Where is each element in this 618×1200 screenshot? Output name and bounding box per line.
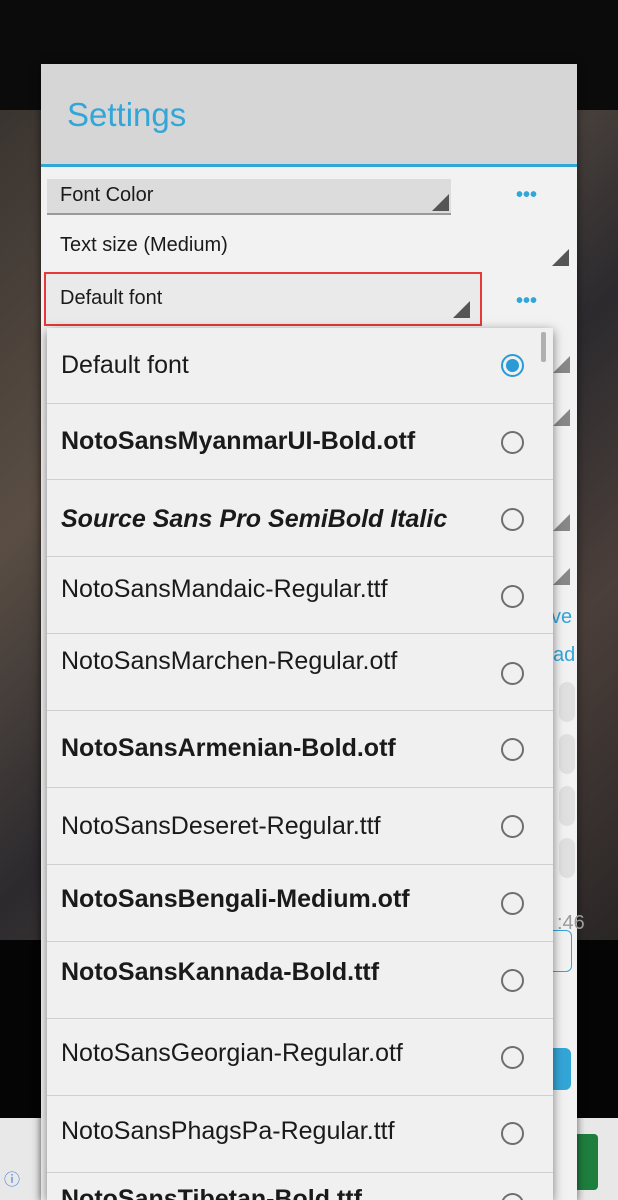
chevron-down-icon (453, 301, 470, 318)
radio-unchecked-icon[interactable] (501, 969, 524, 992)
font-option-label: NotoSansMarchen-Regular.otf (61, 647, 398, 675)
font-option-label: NotoSansBengali-Medium.otf (61, 885, 410, 913)
chevron-down-icon (553, 409, 570, 426)
font-option[interactable]: NotoSansPhagsPa-Regular.ttf (47, 1096, 553, 1173)
default-font-more-icon[interactable]: ••• (516, 290, 537, 313)
radio-unchecked-icon[interactable] (501, 1193, 524, 1200)
chevron-down-icon (553, 356, 570, 373)
font-list-popup: Default font NotoSansMyanmarUI-Bold.otf … (47, 328, 553, 1200)
radio-unchecked-icon[interactable] (501, 892, 524, 915)
peek-text-1: ve (551, 606, 573, 628)
font-option-label: NotoSansArmenian-Bold.otf (61, 734, 396, 762)
default-font-spinner[interactable]: Default font (44, 272, 482, 326)
font-option-label: NotoSansGeorgian-Regular.otf (61, 1039, 403, 1067)
font-option[interactable]: Default font (47, 328, 553, 404)
font-option[interactable]: NotoSansMarchen-Regular.otf (47, 634, 553, 711)
text-size-label: Text size (Medium) (60, 234, 228, 256)
radio-unchecked-icon[interactable] (501, 1122, 524, 1145)
chevron-down-icon (432, 194, 449, 211)
font-option-label: Default font (61, 351, 189, 379)
peek-toggle[interactable] (559, 786, 575, 826)
font-option[interactable]: NotoSansBengali-Medium.otf (47, 865, 553, 942)
font-option-label: NotoSansPhagsPa-Regular.ttf (61, 1117, 395, 1145)
font-option-label: NotoSansMyanmarUI-Bold.otf (61, 427, 416, 455)
radio-unchecked-icon[interactable] (501, 431, 524, 454)
radio-unchecked-icon[interactable] (501, 508, 524, 531)
font-option-label: Source Sans Pro SemiBold Italic (61, 505, 448, 533)
font-option[interactable]: NotoSansArmenian-Bold.otf (47, 711, 553, 788)
chevron-down-icon (553, 514, 570, 531)
font-color-row: Font Color ••• (41, 177, 577, 217)
peek-toggle[interactable] (559, 682, 575, 722)
peek-toggle[interactable] (559, 734, 575, 774)
chevron-down-icon (552, 249, 569, 266)
dialog-header: Settings (41, 64, 577, 167)
text-size-row[interactable]: Text size (Medium) (41, 224, 577, 270)
font-option[interactable]: NotoSansTibetan-Bold.ttf (47, 1173, 553, 1200)
font-option[interactable]: Source Sans Pro SemiBold Italic (47, 480, 553, 557)
radio-unchecked-icon[interactable] (501, 738, 524, 761)
chevron-down-icon (553, 568, 570, 585)
peek-input[interactable] (553, 930, 572, 972)
radio-checked-icon[interactable] (501, 354, 524, 377)
font-option[interactable]: NotoSansGeorgian-Regular.otf (47, 1019, 553, 1096)
font-option[interactable]: NotoSansKannada-Bold.ttf (47, 942, 553, 1019)
dialog-title: Settings (67, 96, 187, 133)
default-font-label: Default font (60, 287, 163, 309)
font-option[interactable]: NotoSansDeseret-Regular.ttf (47, 788, 553, 865)
font-color-spinner[interactable]: Font Color (47, 179, 451, 215)
ad-info-icon[interactable]: ⓘ (4, 1166, 20, 1190)
peek-button[interactable] (553, 1048, 571, 1090)
font-color-label: Font Color (60, 184, 154, 206)
font-option[interactable]: NotoSansMyanmarUI-Bold.otf (47, 404, 553, 480)
peek-text-2: ad (553, 644, 576, 666)
font-option-label: NotoSansDeseret-Regular.ttf (61, 812, 381, 840)
radio-unchecked-icon[interactable] (501, 815, 524, 838)
font-option-label: NotoSansTibetan-Bold.ttf (61, 1185, 362, 1200)
radio-unchecked-icon[interactable] (501, 585, 524, 608)
font-option[interactable]: NotoSansMandaic-Regular.ttf (47, 557, 553, 634)
radio-unchecked-icon[interactable] (501, 1046, 524, 1069)
peek-toggle[interactable] (559, 838, 575, 878)
font-option-label: NotoSansMandaic-Regular.ttf (61, 575, 388, 603)
radio-unchecked-icon[interactable] (501, 662, 524, 685)
font-color-more-icon[interactable]: ••• (516, 184, 537, 207)
font-option-label: NotoSansKannada-Bold.ttf (61, 958, 380, 986)
